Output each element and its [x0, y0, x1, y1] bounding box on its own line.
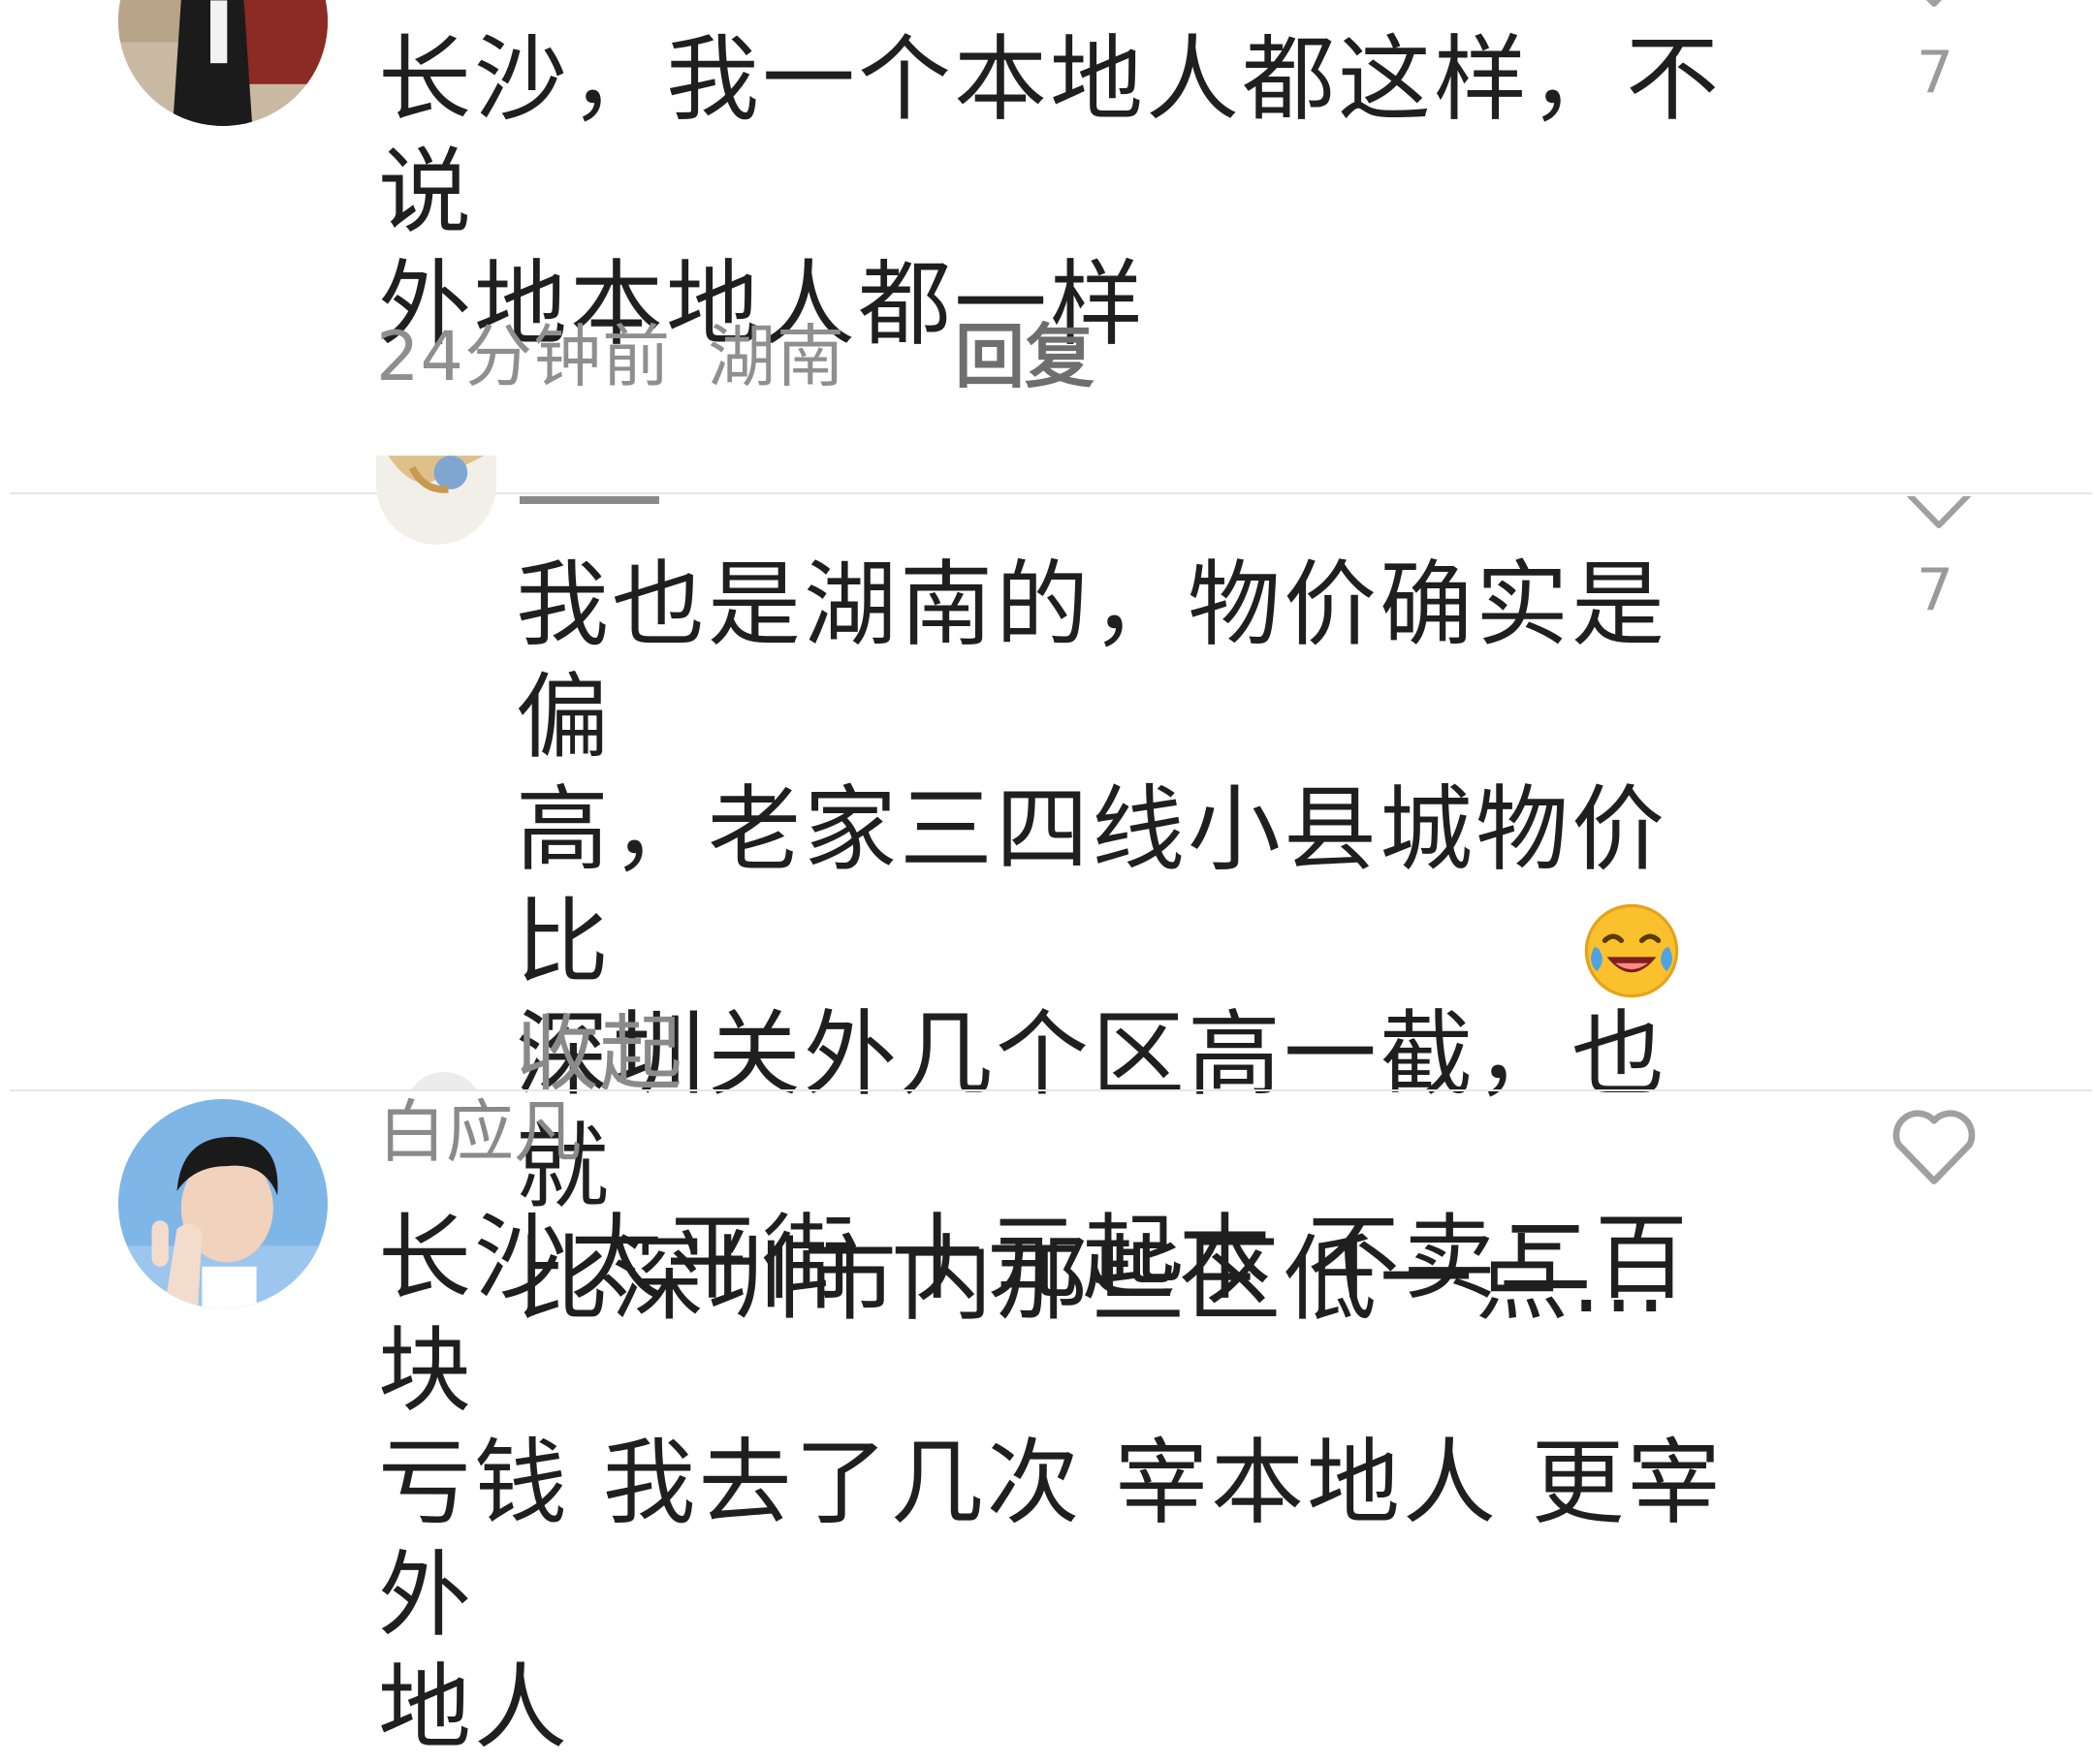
like-count: 7	[1916, 556, 1954, 624]
like-heart-icon[interactable]	[1886, 1103, 1983, 1190]
comment-time: 24分钟前	[376, 317, 672, 396]
reply-button[interactable]: 回复	[955, 318, 1095, 395]
avatar-fragment	[405, 1072, 483, 1089]
comment-text: 长沙，我一个本地人都这样，不说 外地本地人都一样	[378, 25, 1722, 359]
avatar[interactable]	[118, 0, 328, 126]
comment-location: 湖南	[708, 317, 845, 396]
divider	[10, 1089, 2092, 1091]
avatar-image	[118, 0, 328, 126]
laughing-crying-emoji-icon	[1580, 899, 1683, 1002]
avatar-image	[118, 1099, 328, 1308]
username-fragment	[520, 485, 659, 512]
collapse-button[interactable]: 收起	[516, 1008, 682, 1089]
avatar-image	[376, 456, 496, 545]
username[interactable]: 白应凡	[378, 1093, 582, 1171]
like-heart-icon[interactable]	[1890, 0, 1978, 14]
avatar[interactable]	[118, 1099, 328, 1308]
divider	[10, 492, 2092, 494]
comment-text: 长沙太平街 十元起本 不卖二百块 亏钱 我去了几次 宰本地人 更宰外 地人	[378, 1204, 1724, 1762]
like-count: 7	[1916, 39, 1954, 107]
like-heart-icon[interactable]	[1895, 496, 1983, 531]
avatar[interactable]	[376, 456, 496, 545]
